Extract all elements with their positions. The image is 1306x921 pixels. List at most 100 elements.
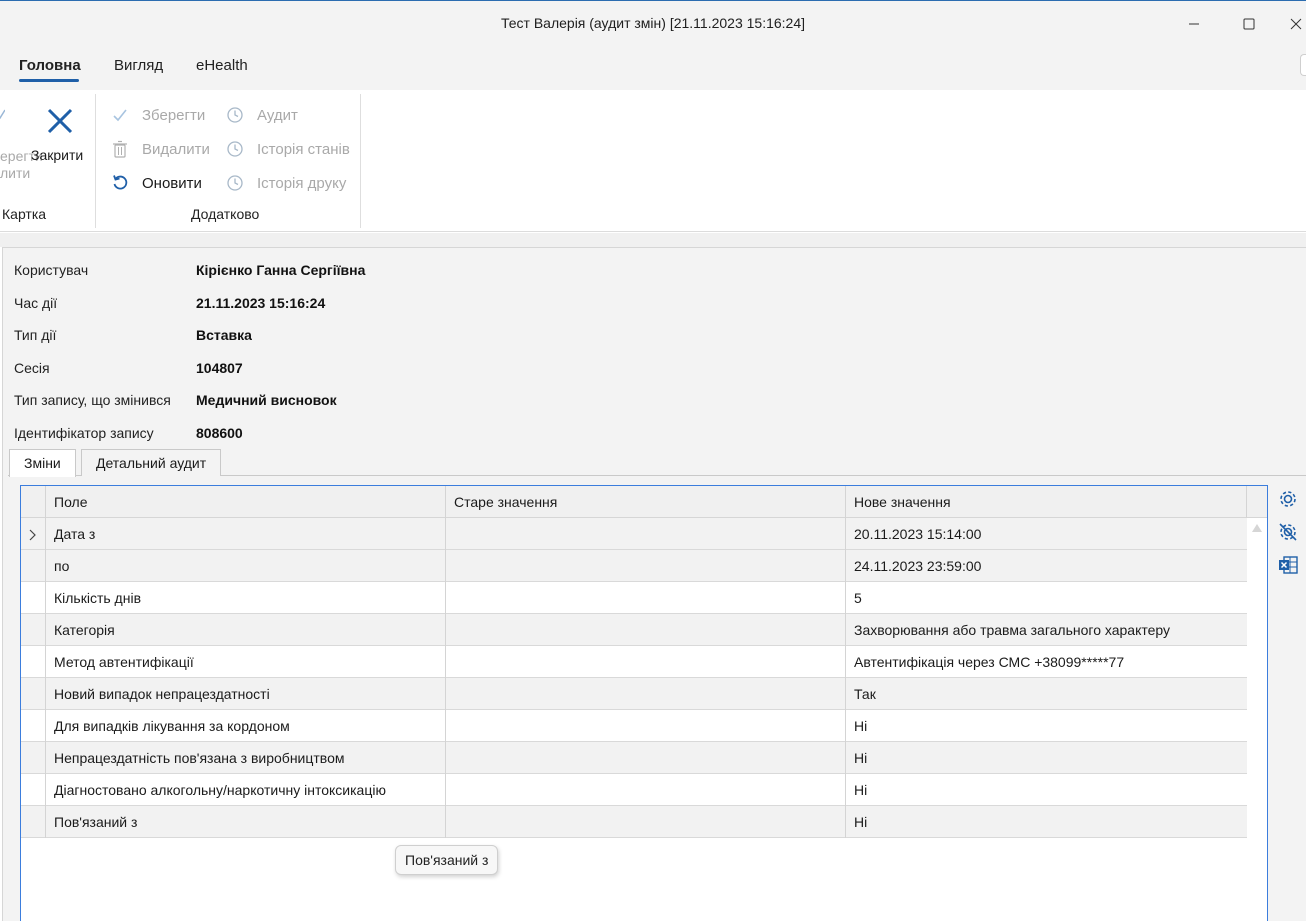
table-row[interactable]: Дата з 20.11.2023 15:14:00: [21, 518, 1247, 550]
state-history-button[interactable]: Історія станів: [225, 139, 350, 159]
cell-new-value[interactable]: 20.11.2023 15:14:00: [846, 518, 1246, 550]
clock-icon: [225, 173, 245, 193]
cell-old-value[interactable]: [446, 710, 845, 742]
user-value: Кірієнко Ганна Сергіївна: [196, 262, 366, 278]
cell-field[interactable]: Новий випадок непрацездатності: [46, 678, 445, 710]
cell-new-value[interactable]: Ні: [846, 806, 1246, 838]
ribbon-tabs: Головна Вигляд eHealth: [0, 46, 1306, 90]
title-bar: Тест Валерія (аудит змін) [21.11.2023 15…: [0, 0, 1306, 46]
table-row[interactable]: Пов'язаний з Ні: [21, 806, 1247, 838]
column-divider: [1246, 486, 1247, 518]
table-row[interactable]: Непрацездатність пов'язана з виробництво…: [21, 742, 1247, 774]
cell-old-value[interactable]: [446, 678, 845, 710]
close-card-label: Закрити: [31, 147, 84, 163]
table-row[interactable]: Для випадків лікування за кордоном Ні: [21, 710, 1247, 742]
user-label: Користувач: [14, 262, 89, 278]
cell-old-value[interactable]: [446, 806, 845, 838]
cell-old-value[interactable]: [446, 550, 845, 582]
cell-field[interactable]: Метод автентифікації: [46, 646, 445, 678]
cell-old-value[interactable]: [446, 582, 845, 614]
cell-field[interactable]: Категорія: [46, 614, 445, 646]
cell-new-value[interactable]: Ні: [846, 710, 1246, 742]
close-card-button[interactable]: Закрити: [30, 104, 90, 184]
checkmark-icon: [110, 105, 130, 125]
ribbon-panel: ерегти лити Закрити Картка Зберегти Вида…: [0, 90, 1306, 232]
cell-field[interactable]: Діагностовано алкогольну/наркотичну інто…: [46, 774, 445, 806]
cell-tooltip: Пов'язаний з: [395, 845, 499, 875]
action-time-label: Час дії: [14, 295, 58, 311]
column-header-new-value[interactable]: Нове значення: [846, 486, 1246, 518]
column-header-old-value[interactable]: Старе значення: [446, 486, 845, 518]
print-history-button[interactable]: Історія друку: [225, 173, 346, 193]
group-label-extra: Додатково: [191, 206, 260, 222]
delete-button[interactable]: Видалити: [110, 139, 210, 159]
table-row[interactable]: Діагностовано алкогольну/наркотичну інто…: [21, 774, 1247, 806]
tab-ehealth[interactable]: eHealth: [196, 57, 248, 74]
ribbon-separator: [95, 94, 96, 228]
cell-old-value[interactable]: [446, 742, 845, 774]
record-type-value: Медичний висновок: [196, 392, 337, 408]
table-row[interactable]: Кількість днів 5: [21, 582, 1247, 614]
refresh-button[interactable]: Оновити: [110, 173, 202, 193]
close-icon[interactable]: [1290, 11, 1306, 37]
column-header-field[interactable]: Поле: [46, 486, 445, 518]
excel-export-icon[interactable]: [1274, 550, 1302, 580]
record-id-label: Ідентифікатор запису: [14, 425, 154, 441]
cell-new-value[interactable]: Захворювання або травма загального харак…: [846, 614, 1246, 646]
cell-old-value[interactable]: [446, 614, 845, 646]
cell-field[interactable]: Пов'язаний з: [46, 806, 445, 838]
ribbon-collapse-button[interactable]: [1300, 54, 1306, 76]
save-button[interactable]: Зберегти: [110, 105, 205, 125]
session-value: 104807: [196, 360, 243, 376]
cell-field[interactable]: Дата з: [46, 518, 445, 550]
cell-new-value[interactable]: Ні: [846, 774, 1246, 806]
checkmark-icon: [0, 106, 6, 120]
tab-detailed-audit[interactable]: Детальний аудит: [81, 449, 222, 476]
minimize-icon[interactable]: [1179, 11, 1209, 37]
cell-field[interactable]: Для випадків лікування за кордоном: [46, 710, 445, 742]
window-title: Тест Валерія (аудит змін) [21.11.2023 15…: [500, 15, 806, 31]
refresh-icon: [110, 173, 130, 193]
state-history-label: Історія станів: [257, 140, 350, 158]
cell-old-value[interactable]: [446, 774, 845, 806]
trash-icon: [110, 139, 130, 159]
tab-home[interactable]: Головна: [19, 57, 81, 74]
action-type-value: Вставка: [196, 327, 252, 343]
active-tab-indicator: [19, 79, 79, 82]
save-label: Зберегти: [142, 106, 206, 124]
cell-new-value[interactable]: Так: [846, 678, 1246, 710]
vertical-scrollbar[interactable]: [1247, 518, 1267, 921]
table-row[interactable]: Метод автентифікації Автентифікація чере…: [21, 646, 1247, 678]
cell-new-value[interactable]: 24.11.2023 23:59:00: [846, 550, 1246, 582]
refresh-label: Оновити: [142, 174, 202, 192]
cell-new-value[interactable]: 5: [846, 582, 1246, 614]
table-row[interactable]: Новий випадок непрацездатності Так: [21, 678, 1247, 710]
action-time-value: 21.11.2023 15:16:24: [196, 295, 326, 311]
settings-icon[interactable]: [1274, 484, 1302, 514]
table-row[interactable]: по 24.11.2023 23:59:00: [21, 550, 1247, 582]
close-x-icon: [45, 106, 75, 139]
clock-icon: [225, 105, 245, 125]
tab-changes[interactable]: Зміни: [9, 449, 76, 477]
print-history-label: Історія друку: [257, 174, 347, 192]
tab-view[interactable]: Вигляд: [114, 57, 163, 74]
cell-field[interactable]: по: [46, 550, 445, 582]
group-label-card: Картка: [2, 206, 47, 222]
cell-old-value[interactable]: [446, 518, 845, 550]
table-row[interactable]: Категорія Захворювання або травма загаль…: [21, 614, 1247, 646]
audit-button[interactable]: Аудит: [225, 105, 298, 125]
record-id-value: 808600: [196, 425, 243, 441]
cell-new-value[interactable]: Автентифікація через СМС +38099*****77: [846, 646, 1246, 678]
audit-label: Аудит: [257, 106, 298, 124]
ribbon-separator: [360, 94, 361, 228]
settings-reset-icon[interactable]: [1274, 517, 1302, 547]
scroll-up-arrow-icon[interactable]: [1251, 520, 1263, 536]
maximize-icon[interactable]: [1234, 11, 1264, 37]
cell-new-value[interactable]: Ні: [846, 742, 1246, 774]
grid-header: Поле Старе значення Нове значення: [21, 486, 1267, 518]
cell-old-value[interactable]: [446, 646, 845, 678]
changes-grid: Поле Старе значення Нове значення Дата з…: [20, 485, 1268, 921]
cell-field[interactable]: Кількість днів: [46, 582, 445, 614]
record-type-label: Тип запису, що змінився: [14, 392, 171, 408]
cell-field[interactable]: Непрацездатність пов'язана з виробництво…: [46, 742, 445, 774]
